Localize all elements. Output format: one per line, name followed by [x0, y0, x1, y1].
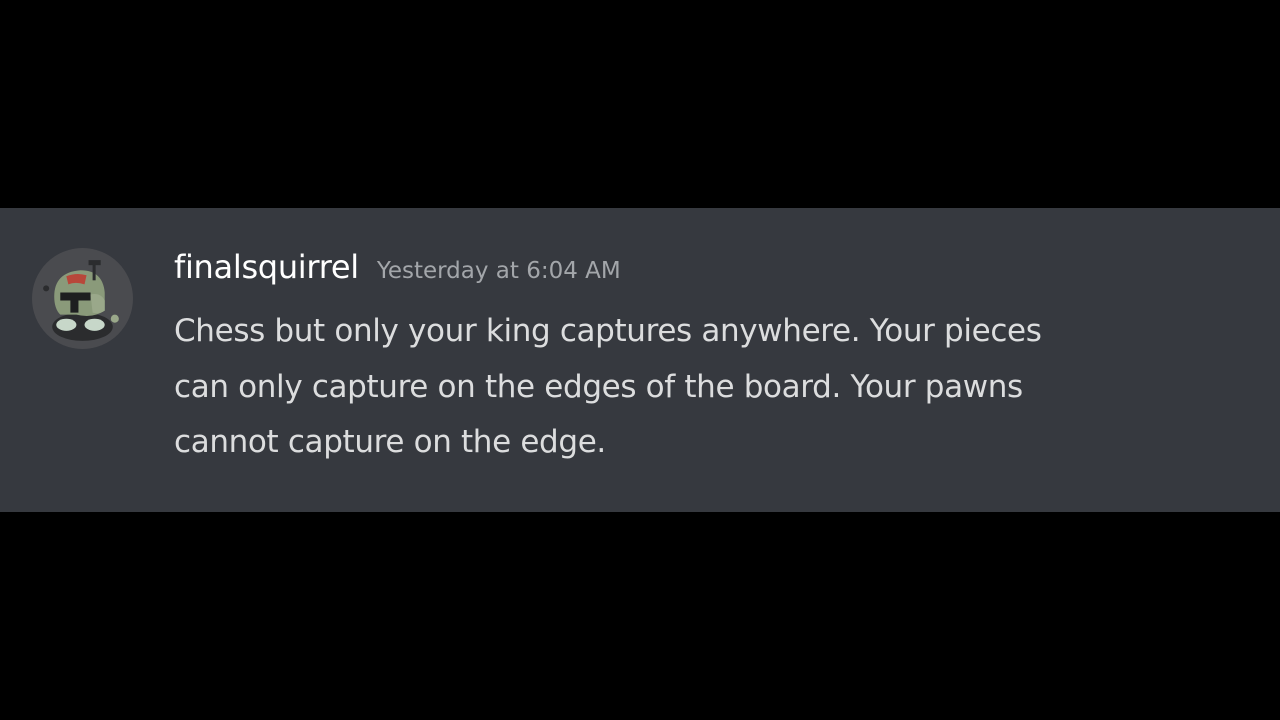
username[interactable]: finalsquirrel: [174, 248, 359, 286]
user-avatar[interactable]: [32, 248, 133, 349]
helmet-avatar-icon: [32, 248, 133, 349]
message-line: Chess but only your king captures anywhe…: [174, 313, 1042, 349]
chat-message: finalsquirrel Yesterday at 6:04 AM Chess …: [0, 208, 1280, 512]
message-line: cannot capture on the edge.: [174, 424, 606, 460]
message-content: Chess but only your king captures anywhe…: [174, 304, 1194, 471]
timestamp[interactable]: Yesterday at 6:04 AM: [377, 258, 621, 284]
message-line: can only capture on the edges of the boa…: [174, 368, 1023, 405]
message-header: finalsquirrel Yesterday at 6:04 AM: [174, 248, 621, 292]
